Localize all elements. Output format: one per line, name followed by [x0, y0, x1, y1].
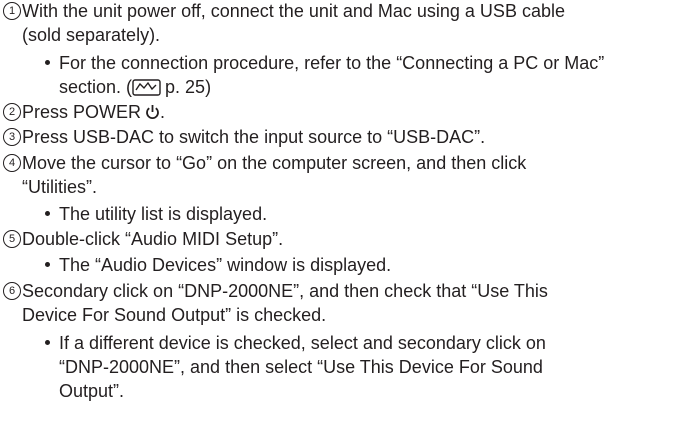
step-text-line: Move the cursor to “Go” on the computer … [22, 153, 527, 173]
step-text-line: Device For Sound Output” is checked. [22, 305, 327, 325]
bullet-dot [45, 59, 50, 65]
step-text-line: (sold separately). [22, 25, 161, 45]
step-text: Press USB-DAC to switch the input source… [22, 127, 486, 147]
step-text-line: “Utilities”. [22, 177, 97, 197]
page-reference-icon [132, 79, 161, 96]
bullet-item: If a different device is checked, select… [45, 332, 546, 355]
step-number: 2 [3, 103, 21, 121]
step-text-line: With the unit power off, connect the uni… [22, 1, 565, 21]
bullet-item: The utility list is displayed. [45, 203, 267, 226]
bullet-continuation: “DNP-2000NE”, and then select “Use This … [59, 357, 543, 377]
step-number: 1 [3, 2, 21, 20]
step-number: 4 [3, 154, 21, 172]
step-number: 3 [3, 128, 21, 146]
step-text: Double-click “Audio MIDI Setup”. [22, 229, 284, 249]
bullet-continuation: Output”. [59, 381, 125, 401]
step-text: Press POWER . [22, 102, 166, 122]
power-icon [146, 105, 159, 119]
step-number: 5 [3, 230, 21, 248]
step-number: 6 [3, 282, 21, 300]
bullet-item: For the connection procedure, refer to t… [45, 52, 604, 75]
bullet-item: The “Audio Devices” window is displayed. [45, 254, 391, 277]
bullet-dot [45, 261, 50, 267]
step-text-line: Secondary click on “DNP-2000NE”, and the… [22, 281, 548, 301]
bullet-dot [45, 210, 50, 216]
bullet-continuation: section. ( p. 25) [59, 77, 212, 97]
bullet-dot [45, 339, 50, 345]
